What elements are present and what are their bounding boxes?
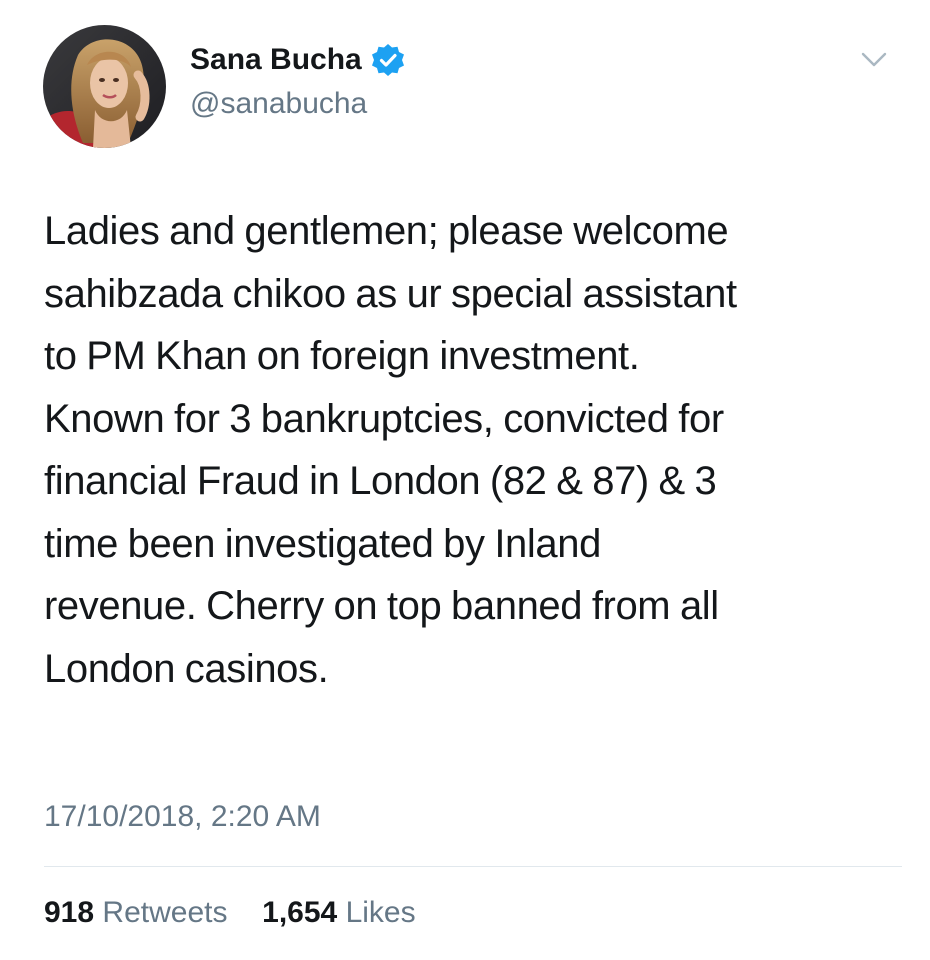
retweets-link[interactable]: 918 Retweets bbox=[44, 896, 236, 929]
divider bbox=[44, 866, 902, 867]
tweet-text-line: revenue. Cherry on top banned from all bbox=[44, 584, 719, 628]
profile-photo-icon bbox=[43, 25, 166, 148]
user-handle[interactable]: @sanabucha bbox=[190, 86, 367, 122]
retweets-count: 918 bbox=[44, 896, 95, 929]
likes-label: Likes bbox=[345, 896, 416, 929]
verified-badge-icon bbox=[371, 44, 404, 76]
display-name[interactable]: Sana Bucha bbox=[190, 40, 362, 80]
tweet-text: Ladies and gentlemen; please welcome sah… bbox=[44, 200, 904, 700]
likes-link[interactable]: 1,654 Likes bbox=[254, 896, 416, 929]
tweet-text-line: London casinos. bbox=[44, 646, 329, 691]
tweet-text-line: to PM Khan on foreign investment. bbox=[44, 334, 640, 378]
tweet-text-line: time been investigated by Inland bbox=[44, 521, 601, 566]
chevron-down-icon[interactable] bbox=[860, 50, 888, 70]
likes-count: 1,654 bbox=[262, 896, 338, 929]
tweet-text-line: Known for 3 bankruptcies, convicted for bbox=[44, 396, 724, 441]
tweet-timestamp[interactable]: 17/10/2018, 2:20 AM bbox=[44, 797, 321, 837]
tweet-stats: 918 Retweets 1,654 Likes bbox=[44, 893, 416, 933]
tweet-text-line: Ladies and gentlemen; please welcome bbox=[44, 209, 729, 253]
avatar[interactable] bbox=[43, 25, 166, 148]
tweet-text-line: financial Fraud in London (82 & 87) & 3 bbox=[44, 459, 717, 503]
tweet-text-line: sahibzada chikoo as ur special assistant bbox=[44, 271, 737, 316]
retweets-label: Retweets bbox=[102, 896, 228, 929]
user-header[interactable]: Sana Bucha bbox=[190, 40, 405, 80]
